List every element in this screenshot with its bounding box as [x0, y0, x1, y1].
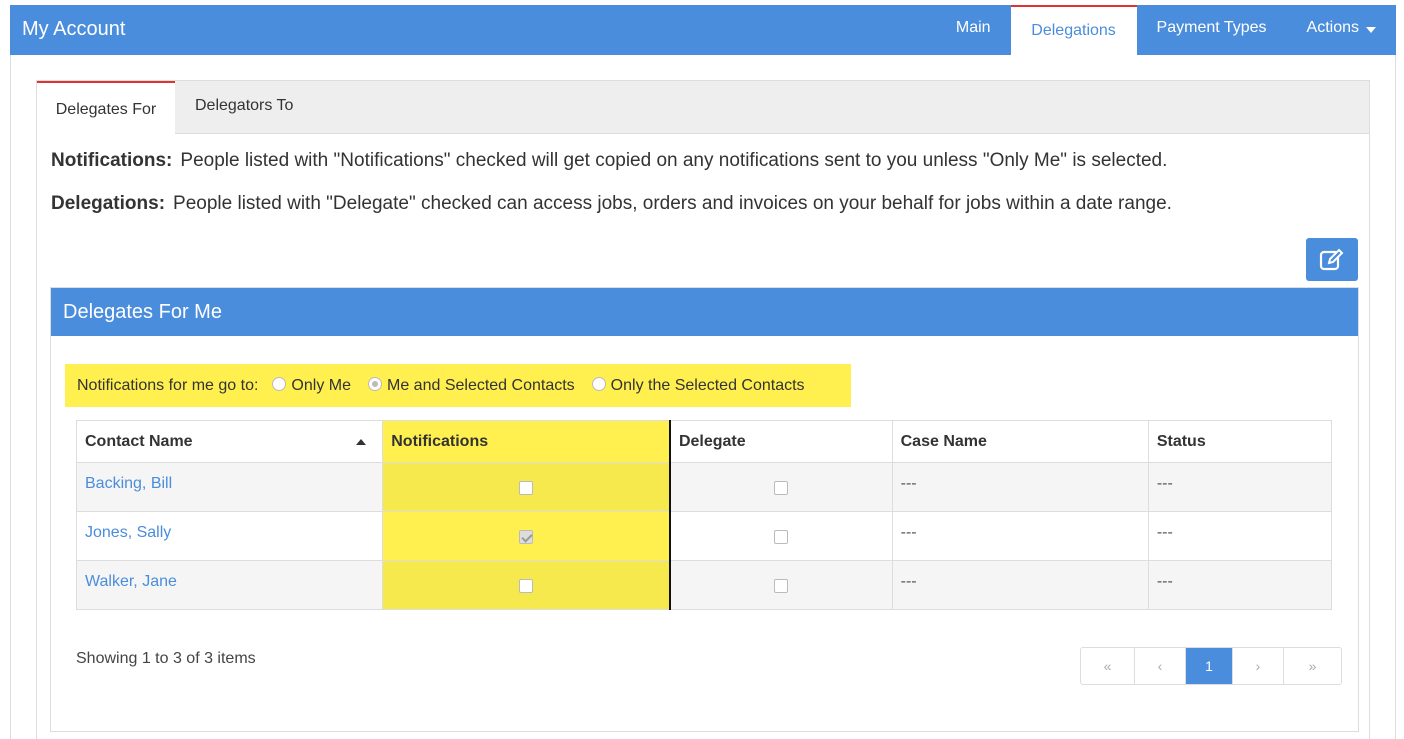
- column-delegate-label: Delegate: [678, 432, 746, 450]
- notification-options-label: Notifications for me go to:: [77, 376, 259, 394]
- subtab-delegators-to-label: Delegators To: [195, 97, 294, 114]
- notifications-cell: [382, 511, 671, 561]
- pagination-summary: Showing 1 to 3 of 3 items: [76, 650, 256, 667]
- radio-circle[interactable]: [272, 376, 287, 391]
- radio-only-selected[interactable]: Only the Selected Contacts: [591, 376, 805, 395]
- contact-link[interactable]: Backing, Bill: [85, 475, 172, 492]
- tab-payment-types-label: Payment Types: [1156, 19, 1267, 36]
- edit-button[interactable]: [1306, 238, 1358, 281]
- notification-options: Notifications for me go to: Only Me Me a…: [65, 364, 851, 407]
- column-notifications-label: Notifications: [391, 432, 489, 450]
- table-row: Backing, Bill --- ---: [75, 462, 1333, 512]
- delegate-checkbox[interactable]: [774, 530, 789, 544]
- delegates-box: Delegates For Me Notifications for me go…: [50, 287, 1359, 732]
- notifications-info-text: People listed with "Notifications" check…: [180, 150, 1168, 171]
- subtab-bar: Delegates For Delegators To: [36, 80, 1370, 136]
- next-page-button[interactable]: ›: [1233, 648, 1284, 684]
- column-status[interactable]: Status: [1147, 420, 1333, 463]
- radio-only-selected-label: Only the Selected Contacts: [610, 376, 805, 394]
- contact-name-cell: Jones, Sally: [75, 511, 384, 561]
- column-contact-name[interactable]: Contact Name: [75, 420, 384, 463]
- main-panel: Delegates For Delegators To Notification…: [10, 55, 1396, 739]
- notifications-checkbox-checked[interactable]: [519, 530, 534, 544]
- caret-down-icon: [1366, 27, 1376, 33]
- column-notifications[interactable]: Notifications: [382, 420, 671, 463]
- first-page-button[interactable]: «: [1081, 648, 1135, 684]
- tab-actions-label: Actions: [1306, 19, 1359, 36]
- tab-main[interactable]: Main: [936, 5, 1011, 55]
- column-status-label: Status: [1156, 432, 1206, 450]
- notifications-info: Notifications: People listed with "Notifi…: [51, 150, 1167, 172]
- subtab-delegates-for-label: Delegates For: [55, 101, 157, 118]
- contact-name-cell: Backing, Bill: [75, 462, 384, 512]
- case-name-cell: ---: [891, 462, 1149, 512]
- notifications-checkbox[interactable]: [519, 579, 534, 593]
- notifications-info-label: Notifications:: [51, 150, 173, 171]
- radio-only-me[interactable]: Only Me: [272, 376, 351, 395]
- page-title: My Account: [22, 18, 126, 40]
- delegations-info-label: Delegations:: [51, 193, 166, 214]
- delegates-table: Contact Name Notifications Delegate Case…: [75, 420, 1333, 610]
- delegate-cell: [669, 560, 893, 610]
- last-page-button[interactable]: »: [1284, 648, 1341, 684]
- radio-me-and-selected-label: Me and Selected Contacts: [387, 376, 575, 394]
- delegate-cell: [669, 462, 893, 512]
- subtab-content: Notifications: People listed with "Notifi…: [36, 134, 1370, 739]
- edit-icon: [1319, 248, 1344, 270]
- radio-circle-checked[interactable]: [368, 376, 382, 391]
- delegations-info-text: People listed with "Delegate" checked ca…: [173, 193, 1172, 214]
- subtab-delegates-for[interactable]: Delegates For: [37, 81, 175, 136]
- delegate-cell: [669, 511, 893, 561]
- subtab-delegators-to[interactable]: Delegators To: [195, 81, 293, 135]
- column-contact-name-label: Contact Name: [85, 432, 193, 450]
- radio-circle[interactable]: [591, 376, 606, 391]
- sort-ascending-icon: [356, 438, 367, 445]
- tab-payment-types[interactable]: Payment Types: [1137, 5, 1287, 55]
- case-name-cell: ---: [891, 560, 1149, 610]
- contact-link[interactable]: Walker, Jane: [85, 573, 177, 590]
- status-cell: ---: [1147, 462, 1333, 512]
- table-header-row: Contact Name Notifications Delegate Case…: [75, 420, 1333, 463]
- tab-delegations-label: Delegations: [1031, 22, 1116, 39]
- tab-actions[interactable]: Actions: [1287, 5, 1396, 55]
- delegations-info: Delegations: People listed with "Delegate…: [51, 193, 1172, 215]
- column-delegate[interactable]: Delegate: [669, 420, 893, 463]
- delegate-checkbox[interactable]: [774, 579, 789, 593]
- header-bar: My Account Main Delegations Payment Type…: [10, 5, 1396, 55]
- delegates-box-title: Delegates For Me: [51, 288, 1358, 336]
- radio-only-me-label: Only Me: [291, 376, 351, 394]
- column-case-name-label: Case Name: [900, 432, 987, 450]
- table-row: Jones, Sally --- ---: [75, 511, 1333, 561]
- table-row: Walker, Jane --- ---: [75, 560, 1333, 610]
- page: My Account Main Delegations Payment Type…: [10, 5, 1396, 739]
- tab-delegations[interactable]: Delegations: [1010, 5, 1137, 55]
- page-1-button[interactable]: 1: [1186, 648, 1233, 684]
- column-case-name[interactable]: Case Name: [891, 420, 1149, 463]
- tab-main-label: Main: [955, 19, 991, 36]
- notifications-checkbox[interactable]: [519, 481, 534, 495]
- case-name-cell: ---: [891, 511, 1149, 561]
- top-nav: Main Delegations Payment Types Actions: [936, 5, 1396, 55]
- contact-link[interactable]: Jones, Sally: [85, 524, 171, 541]
- pagination: « ‹ 1 › »: [1080, 647, 1342, 685]
- prev-page-button[interactable]: ‹: [1135, 648, 1186, 684]
- delegate-checkbox[interactable]: [774, 481, 789, 495]
- contact-name-cell: Walker, Jane: [75, 560, 384, 610]
- notifications-cell: [382, 560, 671, 610]
- notifications-cell: [382, 462, 671, 512]
- radio-me-and-selected[interactable]: Me and Selected Contacts: [368, 376, 575, 395]
- status-cell: ---: [1147, 511, 1333, 561]
- status-cell: ---: [1147, 560, 1333, 610]
